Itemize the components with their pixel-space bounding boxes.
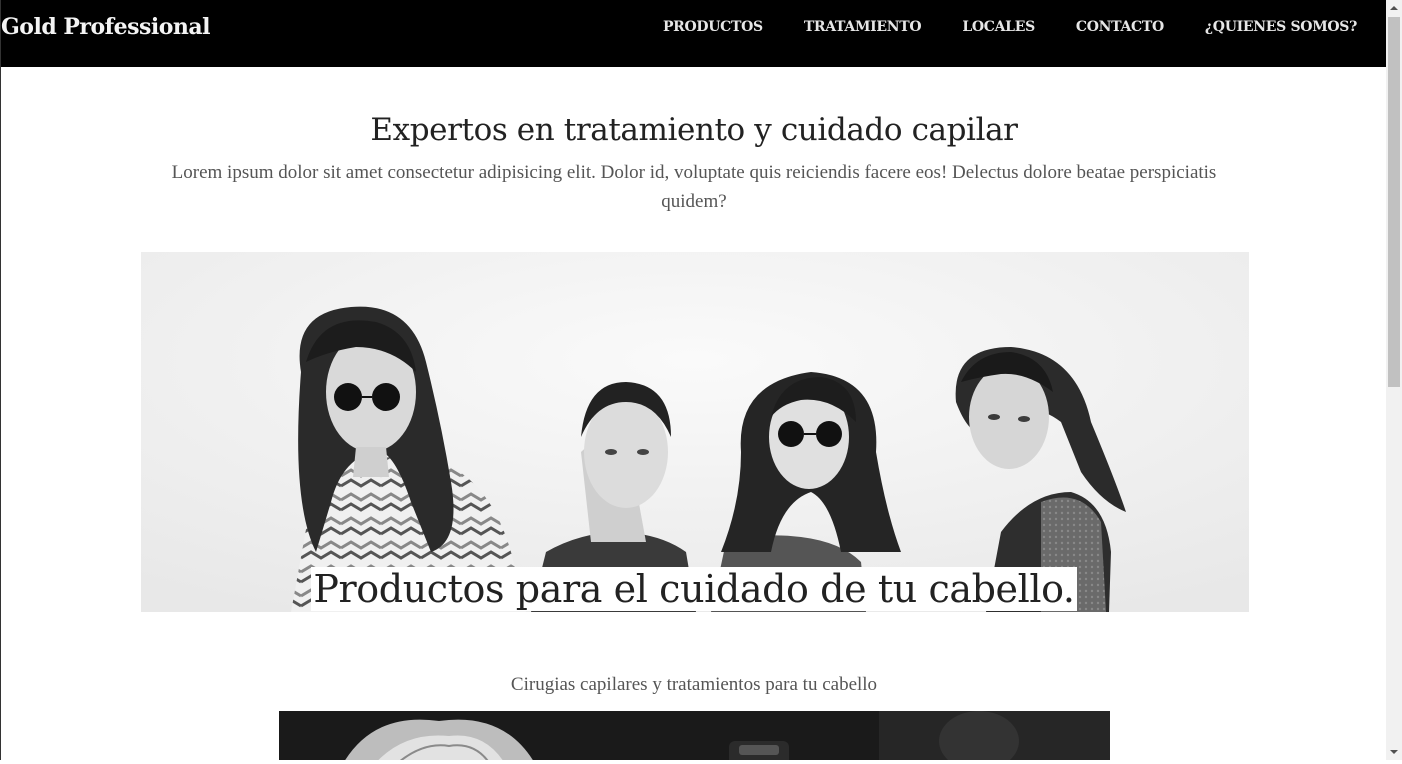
section-subtitle: Cirugias capilares y tratamientos para t… — [510, 674, 878, 695]
nav-link-quienes-somos[interactable]: ¿QUIENES SOMOS? — [1205, 19, 1357, 35]
scroll-up-arrow-icon[interactable] — [1386, 0, 1402, 16]
nav-link-contacto[interactable]: CONTACTO — [1076, 19, 1164, 35]
vertical-scrollbar[interactable] — [1386, 0, 1402, 760]
hero-image — [141, 252, 1249, 612]
navbar: Gold Professional PRODUCTOS TRATAMIENTO … — [1, 0, 1386, 67]
nav-link-tratamiento[interactable]: TRATAMIENTO — [804, 19, 922, 35]
scroll-down-arrow-icon[interactable] — [1386, 744, 1402, 760]
section-title-text: Productos para el cuidado de tu cabello. — [311, 567, 1077, 611]
hero-text: Lorem ipsum dolor sit amet consectetur a… — [171, 162, 1217, 212]
section-title: Productos para el cuidado de tu cabello. — [1, 567, 1386, 611]
scrollbar-thumb[interactable] — [1388, 17, 1400, 387]
page: Gold Professional PRODUCTOS TRATAMIENTO … — [0, 0, 1386, 760]
nav-link-productos[interactable]: PRODUCTOS — [663, 19, 763, 35]
hero-title: Expertos en tratamiento y cuidado capila… — [370, 112, 1018, 148]
nav-link-locales[interactable]: LOCALES — [962, 19, 1035, 35]
product-image — [279, 711, 1110, 760]
brand-logo-link[interactable]: Gold Professional — [1, 14, 211, 40]
nav-links: PRODUCTOS TRATAMIENTO LOCALES CONTACTO ¿… — [663, 19, 1357, 35]
